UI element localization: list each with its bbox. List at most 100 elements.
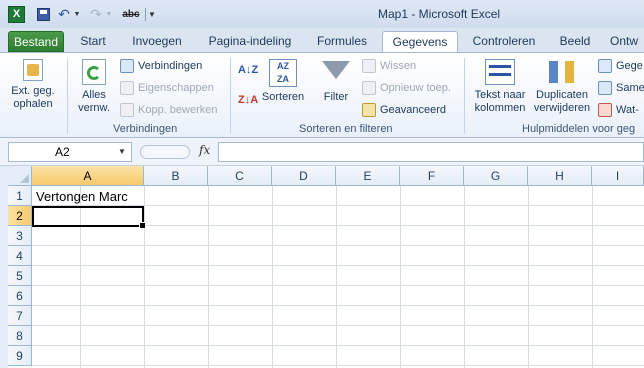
- row-header-7[interactable]: 7: [8, 306, 32, 326]
- sort-descending-icon: Z↓A: [238, 94, 259, 106]
- data-validation-label: Gege: [616, 60, 643, 72]
- tab-formulas[interactable]: Formules: [310, 31, 374, 52]
- grid-left-strip: [0, 166, 8, 368]
- sort-dialog-icon: AZ ZA: [269, 59, 297, 87]
- reapply-icon: [362, 81, 376, 95]
- column-header-f[interactable]: F: [400, 166, 464, 186]
- text-to-columns-button[interactable]: Tekst naar kolommen: [470, 59, 530, 115]
- row-header-6[interactable]: 6: [8, 286, 32, 306]
- sort-z-a-button[interactable]: Z↓A: [238, 91, 258, 109]
- spelling-icon[interactable]: abc: [120, 6, 142, 23]
- sort-a-z-button[interactable]: A↓Z: [238, 61, 258, 79]
- get-external-data-button[interactable]: Ext. geg. ophalen: [6, 59, 60, 111]
- advanced-filter-button[interactable]: Geavanceerd: [362, 101, 446, 119]
- connections-label: Verbindingen: [138, 60, 203, 72]
- redo-icon: ↷: [90, 6, 102, 22]
- formula-bar: A2 ▼ fx: [0, 138, 644, 166]
- active-cell-a2[interactable]: [32, 206, 146, 229]
- what-if-button[interactable]: Wat-: [598, 101, 639, 119]
- remove-duplicates-icon: [547, 59, 577, 85]
- worksheet-grid: A B C D E F G H I 1 2 3 4 5 6 7 8 9 Vert…: [0, 166, 644, 368]
- group-separator: [230, 58, 231, 134]
- column-header-h[interactable]: H: [528, 166, 592, 186]
- remove-duplicates-line2: verwijderen: [533, 102, 591, 114]
- tab-page-layout[interactable]: Pagina-indeling: [200, 31, 300, 52]
- tab-developer[interactable]: Ontw: [610, 31, 644, 52]
- group-separator: [464, 58, 465, 134]
- insert-function-icon[interactable]: fx: [199, 143, 210, 157]
- row-header-4[interactable]: 4: [8, 246, 32, 266]
- consolidate-button[interactable]: Same: [598, 79, 644, 97]
- undo-dropdown-icon[interactable]: ▼: [73, 6, 81, 23]
- name-box[interactable]: A2: [8, 142, 132, 162]
- properties-button: Eigenschappen: [120, 79, 214, 97]
- column-header-a[interactable]: A: [32, 166, 144, 186]
- data-validation-button[interactable]: Gege: [598, 57, 643, 75]
- properties-icon: [120, 81, 134, 95]
- remove-duplicates-button[interactable]: Duplicaten verwijderen: [532, 59, 592, 115]
- get-external-line1: Ext. geg.: [11, 85, 55, 97]
- sort-ascending-icon: A↓Z: [238, 64, 259, 76]
- connections-icon: [120, 59, 134, 73]
- formula-input[interactable]: [218, 142, 644, 162]
- reapply-label: Opnieuw toep.: [380, 82, 451, 94]
- customize-qat-icon[interactable]: ▼: [147, 6, 157, 23]
- refresh-all-button[interactable]: Alles vernw.: [72, 59, 116, 115]
- reapply-button: Opnieuw toep.: [362, 79, 451, 97]
- name-box-dropdown-icon[interactable]: ▼: [118, 147, 126, 156]
- row-header-2[interactable]: 2: [8, 206, 32, 226]
- group-label-connections: Verbindingen: [113, 123, 178, 135]
- refresh-all-line1: Alles: [82, 89, 106, 101]
- filter-funnel-icon: [322, 61, 350, 79]
- group-label-sort-filter: Sorteren en filteren: [299, 123, 393, 135]
- tab-view[interactable]: Beeld: [552, 31, 598, 52]
- data-validation-icon: [598, 59, 612, 73]
- ribbon: Ext. geg. ophalen Alles vernw. Verbindin…: [0, 52, 644, 138]
- consolidate-label: Same: [616, 82, 644, 94]
- row-header-8[interactable]: 8: [8, 326, 32, 346]
- undo-icon[interactable]: ↶: [57, 6, 71, 23]
- properties-label: Eigenschappen: [138, 82, 214, 94]
- refresh-all-line2: vernw.: [78, 102, 110, 114]
- ribbon-tabs: Bestand Start Invoegen Pagina-indeling F…: [0, 28, 644, 52]
- database-icon: [23, 59, 43, 81]
- tab-file[interactable]: Bestand: [8, 31, 64, 52]
- filter-button[interactable]: Filter: [318, 59, 354, 104]
- group-label-data-tools: Hulpmiddelen voor geg: [522, 123, 636, 135]
- sort-label: Sorteren: [261, 91, 305, 103]
- group-separator: [67, 58, 68, 134]
- connections-button[interactable]: Verbindingen: [120, 57, 202, 75]
- tab-insert[interactable]: Invoegen: [124, 31, 190, 52]
- edit-links-button: Kopp. bewerken: [120, 101, 218, 119]
- column-header-b[interactable]: B: [144, 166, 208, 186]
- column-header-e[interactable]: E: [336, 166, 400, 186]
- column-header-d[interactable]: D: [272, 166, 336, 186]
- column-header-c[interactable]: C: [208, 166, 272, 186]
- column-header-g[interactable]: G: [464, 166, 528, 186]
- chain-link-icon: [120, 103, 134, 117]
- row-header-3[interactable]: 3: [8, 226, 32, 246]
- window-title: Map1 - Microsoft Excel: [378, 7, 501, 21]
- remove-duplicates-line1: Duplicaten: [536, 89, 588, 101]
- row-header-9[interactable]: 9: [8, 346, 32, 366]
- clear-filter-icon: [362, 59, 376, 73]
- sort-button[interactable]: AZ ZA Sorteren: [260, 59, 306, 104]
- row-header-5[interactable]: 5: [8, 266, 32, 286]
- select-all-corner[interactable]: [8, 166, 32, 186]
- qat-separator: [145, 8, 146, 21]
- column-header-i[interactable]: I: [592, 166, 644, 186]
- cell-a1[interactable]: Vertongen Marc: [36, 187, 128, 207]
- tab-review[interactable]: Controleren: [464, 31, 544, 52]
- save-icon[interactable]: [35, 6, 51, 23]
- tab-data[interactable]: Gegevens: [382, 31, 458, 52]
- formula-bar-grip[interactable]: [140, 145, 190, 159]
- what-if-label: Wat-: [616, 104, 639, 116]
- excel-logo-icon[interactable]: X: [8, 6, 25, 23]
- consolidate-icon: [598, 81, 612, 95]
- text-to-columns-line1: Tekst naar: [474, 89, 526, 101]
- title-bar: X ↶ ▼ ↷ ▼ abc ▼ Map1 - Microsoft Excel: [0, 0, 644, 28]
- row-header-1[interactable]: 1: [8, 186, 32, 206]
- tab-start[interactable]: Start: [72, 31, 114, 52]
- text-to-columns-icon: [485, 59, 515, 85]
- clear-label: Wissen: [380, 60, 417, 72]
